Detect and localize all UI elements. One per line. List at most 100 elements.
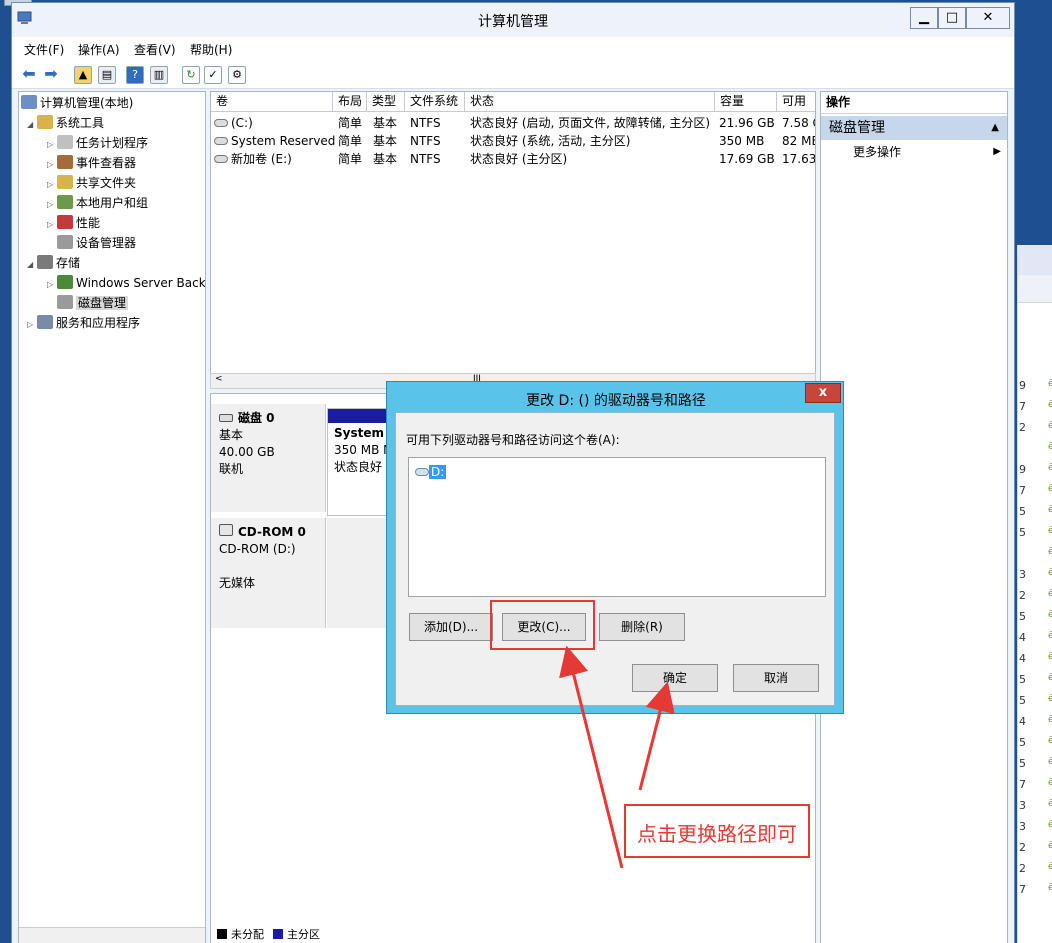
cell-container: (C:) xyxy=(214,114,253,132)
tree-item-label: 磁盘管理 xyxy=(76,296,129,310)
menu-bar: 文件(F) 操作(A) 查看(V) 帮助(H) xyxy=(12,37,1014,59)
highlight-box xyxy=(490,600,595,650)
expander-icon[interactable]: ▷ xyxy=(47,276,57,294)
minimize-button[interactable]: ▁ xyxy=(910,7,938,29)
tree-node-icon xyxy=(57,195,73,209)
table-cell: 基本 xyxy=(373,152,398,166)
tree-item[interactable]: ◢ 系统工具 xyxy=(27,114,104,134)
expander-icon[interactable]: ▷ xyxy=(27,316,37,334)
tree-item[interactable]: ▷ 事件查看器 xyxy=(47,154,136,174)
tree-item[interactable]: ▷ 本地用户和组 xyxy=(47,194,148,214)
table-cell: NTFS xyxy=(410,116,441,130)
background-digit: 5 xyxy=(1019,505,1026,518)
table-row[interactable]: 新加卷 (E:) 简单 基本 NTFS 状态良好 (主分区) 17.69 GB 17.63 xyxy=(211,150,815,168)
expander-icon[interactable]: ▷ xyxy=(47,196,57,214)
collapse-icon[interactable]: ▲ xyxy=(991,116,999,140)
remove-button[interactable]: 删除(R) xyxy=(599,613,685,641)
actions-section-disk-management[interactable]: 磁盘管理 ▲ xyxy=(821,116,1007,140)
table-row[interactable]: (C:) 简单 基本 NTFS 状态良好 (启动, 页面文件, 故障转储, 主分区) 21… xyxy=(211,114,815,132)
more-actions-item[interactable]: 更多操作 ▶ xyxy=(821,142,1007,162)
background-mark: ё xyxy=(1048,463,1052,473)
tree-item[interactable]: ▷ Windows Server Back xyxy=(47,274,205,294)
expander-icon[interactable]: ▷ xyxy=(47,216,57,234)
menu-action[interactable]: 操作(A) xyxy=(78,41,120,58)
background-digit: 7 xyxy=(1019,883,1026,896)
legend: 未分配 主分区 xyxy=(211,925,815,943)
disk-0-size: 40.00 GB xyxy=(219,445,275,459)
cell-container: 状态良好 (启动, 页面文件, 故障转储, 主分区) xyxy=(470,114,710,132)
cdrom-0-type: CD-ROM (D:) xyxy=(219,542,296,556)
refresh-icon[interactable]: ↻ xyxy=(182,66,200,84)
legend-unallocated-swatch xyxy=(217,929,227,939)
forward-arrow-icon[interactable]: ➡ xyxy=(42,66,60,84)
scroll-left-icon[interactable]: < xyxy=(215,374,223,384)
cancel-button[interactable]: 取消 xyxy=(733,664,819,692)
cell-container: 新加卷 (E:) xyxy=(214,150,292,168)
dialog-close-button[interactable]: x xyxy=(805,383,841,403)
column-header-free[interactable]: 可用空 xyxy=(777,92,815,112)
tree-item[interactable]: ▷ 任务计划程序 xyxy=(47,134,148,154)
menu-view[interactable]: 查看(V) xyxy=(134,41,176,58)
system-reserved-partition[interactable]: System R 350 MB N 状态良好 xyxy=(327,408,389,516)
background-mark: ё xyxy=(1048,421,1052,431)
legend-unallocated: 未分配 xyxy=(231,928,264,941)
disk-0-type: 基本 xyxy=(219,428,244,442)
disk-0-status: 联机 xyxy=(219,462,244,476)
show-hide-tree-icon[interactable]: ▤ xyxy=(98,66,116,84)
drive-path-entry[interactable]: D: xyxy=(415,464,447,480)
expander-icon[interactable]: ◢ xyxy=(27,256,37,274)
tree-item[interactable]: ▷ 性能 xyxy=(47,214,100,234)
cell-container: 17.63 xyxy=(782,150,815,168)
column-header-capacity[interactable]: 容量 xyxy=(715,92,777,112)
volume-icon xyxy=(214,137,228,145)
properties-icon[interactable]: ✓ xyxy=(204,66,222,84)
volume-icon xyxy=(214,119,228,127)
tree-item[interactable]: 设备管理器 xyxy=(47,234,136,254)
tree-item[interactable]: 磁盘管理 xyxy=(47,294,129,314)
cell-container: 状态良好 (系统, 活动, 主分区) xyxy=(470,132,630,150)
settings-icon[interactable]: ⚙ xyxy=(228,66,246,84)
cdrom-0-info[interactable]: CD-ROM 0 CD-ROM (D:) 无媒体 xyxy=(211,518,326,628)
dialog-prompt: 可用下列驱动器号和路径访问这个卷(A): xyxy=(406,433,620,447)
show-action-pane-icon[interactable]: ▥ xyxy=(150,66,168,84)
column-header-status[interactable]: 状态 xyxy=(465,92,715,112)
column-header-type[interactable]: 类型 xyxy=(367,92,405,112)
table-row[interactable]: System Reserved 简单 基本 NTFS 状态良好 (系统, 活动, 主分区… xyxy=(211,132,815,150)
background-mark: ё xyxy=(1048,673,1052,683)
up-folder-icon[interactable]: ▲ xyxy=(74,66,92,84)
partition-status: 状态良好 xyxy=(334,460,383,474)
drive-path-list[interactable]: D: xyxy=(408,457,826,597)
close-button[interactable]: ✕ xyxy=(966,7,1010,29)
tree-item[interactable]: ▷ 服务和应用程序 xyxy=(27,314,140,334)
help-icon[interactable]: ? xyxy=(126,66,144,84)
submenu-arrow-icon: ▶ xyxy=(993,146,1001,157)
background-digit: 2 xyxy=(1019,841,1026,854)
cdrom-0-name: CD-ROM 0 xyxy=(238,525,306,539)
add-button[interactable]: 添加(D)... xyxy=(409,613,493,641)
background-digit: 2 xyxy=(1019,862,1026,875)
column-header-layout[interactable]: 布局 xyxy=(333,92,367,112)
tree-item-label: 存储 xyxy=(56,256,81,270)
cell-container: NTFS xyxy=(410,150,441,168)
tree-item[interactable]: ▷ 共享文件夹 xyxy=(47,174,136,194)
dialog-title: 更改 D: () 的驱动器号和路径 xyxy=(526,393,706,409)
background-digit: 5 xyxy=(1019,526,1026,539)
table-cell: 简单 xyxy=(338,116,363,130)
menu-file[interactable]: 文件(F) xyxy=(24,41,64,58)
expander-icon[interactable]: ▷ xyxy=(47,176,57,194)
expander-icon[interactable]: ▷ xyxy=(47,136,57,154)
column-header-volume[interactable]: 卷 xyxy=(211,92,333,112)
column-header-filesystem[interactable]: 文件系统 xyxy=(405,92,465,112)
ok-button[interactable]: 确定 xyxy=(632,664,718,692)
maximize-button[interactable]: □ xyxy=(938,7,966,29)
expander-icon[interactable]: ◢ xyxy=(27,116,37,134)
drive-path-label: D: xyxy=(429,465,447,479)
background-mark: ё xyxy=(1048,778,1052,788)
back-arrow-icon[interactable]: ⬅ xyxy=(20,66,38,84)
menu-help[interactable]: 帮助(H) xyxy=(190,41,232,58)
expander-icon[interactable]: ▷ xyxy=(47,156,57,174)
disk-0-info[interactable]: 磁盘 0 基本 40.00 GB 联机 xyxy=(211,404,326,512)
tree-root[interactable]: 计算机管理(本地) xyxy=(21,94,133,114)
tree-item[interactable]: ◢ 存储 xyxy=(27,254,80,274)
tree-scrollbar[interactable] xyxy=(19,927,205,943)
